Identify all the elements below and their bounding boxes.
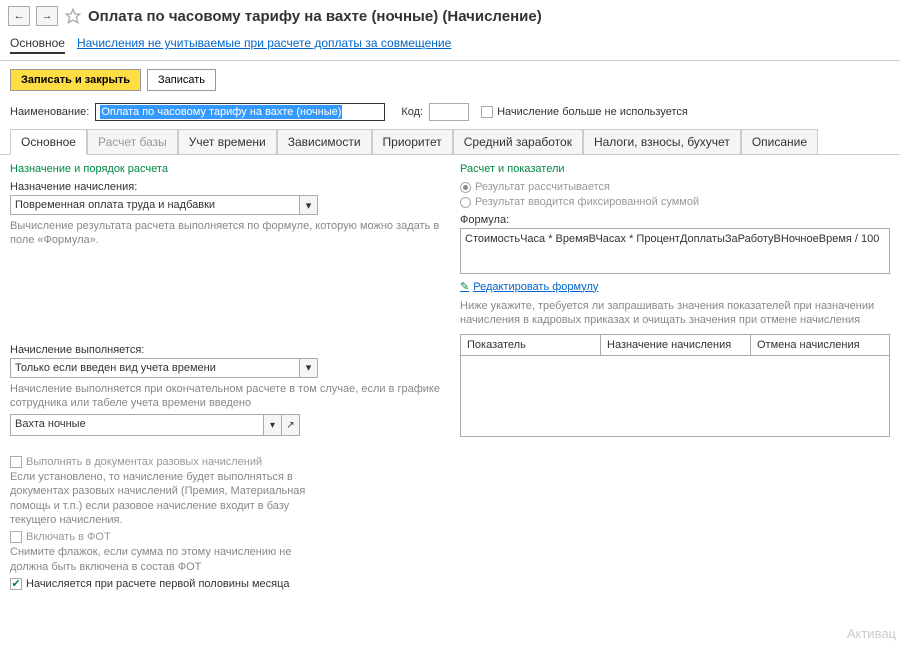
tab-deps[interactable]: Зависимости	[277, 129, 372, 155]
cb-fot-label: Включать в ФОТ	[26, 531, 111, 543]
th-cancel[interactable]: Отмена начисления	[751, 335, 889, 355]
indicators-table: Показатель Назначение начисления Отмена …	[460, 334, 890, 437]
pencil-icon: ✎	[460, 280, 469, 293]
save-button[interactable]: Записать	[147, 69, 216, 91]
not-used-checkbox[interactable]	[481, 106, 493, 118]
tab-main[interactable]: Основное	[10, 129, 87, 155]
table-help: Ниже укажите, требуется ли запрашивать з…	[460, 299, 890, 328]
tab-base[interactable]: Расчет базы	[87, 129, 178, 155]
performed-select[interactable]: Только если введен вид учета времени	[10, 358, 300, 378]
shift-select[interactable]: Вахта ночные	[10, 414, 264, 436]
star-icon[interactable]	[64, 7, 82, 25]
shift-open-icon[interactable]: ↗	[282, 414, 300, 436]
name-input[interactable]: Оплата по часовому тарифу на вахте (ночн…	[95, 103, 385, 121]
code-label: Код:	[401, 106, 423, 118]
name-label: Наименование:	[10, 106, 89, 118]
page-title: Оплата по часовому тарифу на вахте (ночн…	[88, 8, 542, 25]
table-body[interactable]	[461, 356, 889, 436]
right-section-title: Расчет и показатели	[460, 163, 890, 175]
watermark: Активац	[847, 626, 896, 641]
tab-taxes[interactable]: Налоги, взносы, бухучет	[583, 129, 741, 155]
cb-first-half-label: Начисляется при расчете первой половины …	[26, 578, 290, 590]
purpose-help: Вычисление результата расчета выполняетс…	[10, 219, 440, 248]
purpose-select[interactable]: Повременная оплата труда и надбавки	[10, 195, 300, 215]
formula-label: Формула:	[460, 214, 890, 226]
radio-fixed-label: Результат вводится фиксированной суммой	[475, 196, 699, 208]
cb-once-docs-label: Выполнять в документах разовых начислени…	[26, 456, 262, 468]
th-indicator[interactable]: Показатель	[461, 335, 601, 355]
cb1-help: Если установлено, то начисление будет вы…	[10, 470, 330, 527]
performed-label: Начисление выполняется:	[10, 344, 440, 356]
tab-time[interactable]: Учет времени	[178, 129, 277, 155]
nav-tab-link[interactable]: Начисления не учитываемые при расчете до…	[77, 34, 451, 54]
radio-calculated[interactable]	[460, 182, 471, 193]
radio-calculated-label: Результат рассчитывается	[475, 181, 610, 193]
formula-box: СтоимостьЧаса * ВремяВЧасах * ПроцентДоп…	[460, 228, 890, 274]
cb2-help: Снимите флажок, если сумма по этому начи…	[10, 545, 330, 574]
tab-avg[interactable]: Средний заработок	[453, 129, 583, 155]
save-close-button[interactable]: Записать и закрыть	[10, 69, 141, 91]
th-assign[interactable]: Назначение начисления	[601, 335, 751, 355]
purpose-dropdown-icon[interactable]: ▾	[300, 195, 318, 215]
edit-formula-link[interactable]: ✎ Редактировать формулу	[460, 280, 890, 293]
code-input[interactable]	[429, 103, 469, 121]
tab-priority[interactable]: Приоритет	[372, 129, 453, 155]
performed-dropdown-icon[interactable]: ▾	[300, 358, 318, 378]
shift-dropdown-icon[interactable]: ▾	[264, 414, 282, 436]
performed-help: Начисление выполняется при окончательном…	[10, 382, 440, 411]
nav-forward-button[interactable]: →	[36, 6, 58, 26]
not-used-label: Начисление больше не используется	[497, 106, 688, 118]
cb-fot[interactable]	[10, 531, 22, 543]
left-section-title: Назначение и порядок расчета	[10, 163, 440, 175]
nav-back-button[interactable]: ←	[8, 6, 30, 26]
tab-desc[interactable]: Описание	[741, 129, 818, 155]
purpose-label: Назначение начисления:	[10, 181, 440, 193]
radio-fixed[interactable]	[460, 197, 471, 208]
cb-once-docs[interactable]	[10, 456, 22, 468]
nav-tab-main[interactable]: Основное	[10, 34, 65, 54]
cb-first-half[interactable]: ✔	[10, 578, 22, 590]
